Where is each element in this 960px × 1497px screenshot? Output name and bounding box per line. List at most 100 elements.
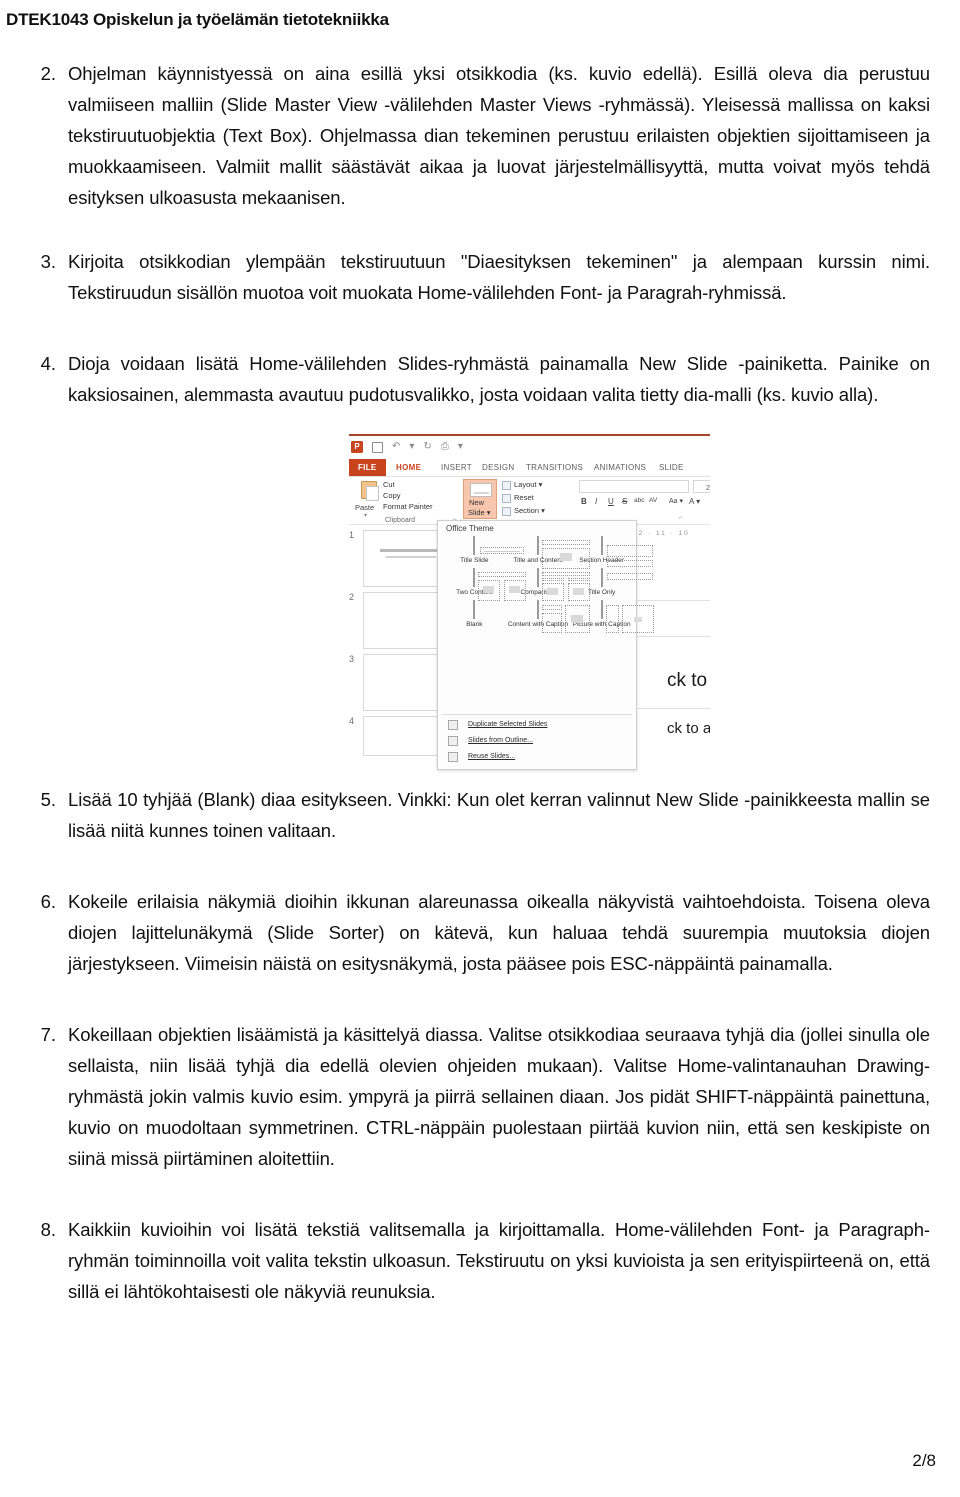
clipboard-group-label: Clipboard <box>385 517 415 524</box>
document-page: DTEK1043 Opiskelun ja työelämän tietotek… <box>0 0 960 1497</box>
powerpoint-logo-icon: P <box>351 441 363 453</box>
section-icon <box>502 507 511 516</box>
thumbnail-number: 3 <box>349 654 355 664</box>
menu-item-label: Reuse Slides... <box>468 753 516 760</box>
new-slide-layout-gallery[interactable]: Office Theme Title Slide Title and Conte… <box>437 520 654 770</box>
layout-caption: Blank <box>466 621 483 628</box>
tab-transitions[interactable]: TRANSITIONS <box>526 459 583 476</box>
menu-item-reuse-slides[interactable]: Reuse Slides... <box>444 749 632 765</box>
start-presentation-icon[interactable]: ⎙ <box>441 442 449 452</box>
paste-dropdown-icon[interactable]: ▾ <box>364 512 367 519</box>
character-spacing-icon[interactable]: AV <box>649 497 657 504</box>
bold-button[interactable]: B <box>581 497 587 506</box>
font-name-input[interactable] <box>579 480 689 493</box>
list-item-number: 8. <box>40 1219 56 1240</box>
layout-thumb <box>600 536 653 567</box>
list-item: 5. Lisää 10 tyhjää (Blank) diaa esitykse… <box>30 784 931 846</box>
new-slide-label-line1: New <box>469 498 485 507</box>
layout-option-blank[interactable]: Blank <box>444 600 505 629</box>
section-button[interactable]: Section ▾ <box>514 506 545 515</box>
layout-thumb <box>536 536 590 569</box>
undo-dropdown-icon[interactable]: ▾ <box>409 442 414 452</box>
layout-option-title-slide[interactable]: Title Slide <box>444 536 525 565</box>
slide-title-placeholder[interactable]: ck to <box>667 670 707 692</box>
reset-button[interactable]: Reset <box>514 493 534 502</box>
paste-button-label[interactable]: Paste <box>355 503 374 512</box>
list-item-number: 4. <box>40 353 56 374</box>
duplicate-slides-icon <box>448 720 458 730</box>
list-item-number: 3. <box>40 251 56 272</box>
list-item: 3. Kirjoita otsikkodian ylempään tekstir… <box>30 246 931 308</box>
tab-file[interactable]: FILE <box>349 459 386 476</box>
list-item-text: Dioja voidaan lisätä Home-välilehden Sli… <box>68 353 930 405</box>
list-item: 4. Dioja voidaan lisätä Home-välilehden … <box>30 348 931 410</box>
reuse-slides-icon <box>448 752 458 762</box>
layout-option-two-content[interactable]: Two Content <box>444 568 527 601</box>
ribbon-tabs[interactable]: FILE HOME INSERT DESIGN TRANSITIONS ANIM… <box>349 459 710 489</box>
slides-from-outline-icon <box>448 736 458 746</box>
instruction-list: 2. Ohjelman käynnistyessä on aina esillä… <box>30 58 931 1333</box>
ribbon-content: Paste ▾ Cut Copy Format Painter Clipboar… <box>349 477 710 524</box>
layout-thumb <box>536 600 590 633</box>
copy-button[interactable]: Copy <box>383 491 401 500</box>
menu-item-slides-from-outline[interactable]: Slides from Outline... <box>444 733 632 749</box>
layout-button[interactable]: Layout ▾ <box>514 480 542 489</box>
gallery-heading: Office Theme <box>446 524 494 533</box>
tab-home[interactable]: HOME <box>396 459 421 476</box>
layout-thumb <box>600 568 653 587</box>
thumbnail-number: 4 <box>349 716 355 726</box>
gallery-menu[interactable]: Duplicate Selected Slides Slides from Ou… <box>444 717 632 765</box>
slide-subtitle-placeholder[interactable]: ck to ad <box>667 720 710 737</box>
list-item-number: 6. <box>40 891 56 912</box>
thumbnail-number: 2 <box>349 592 355 602</box>
undo-icon[interactable]: ↶ <box>392 442 400 452</box>
layout-icon <box>502 481 511 490</box>
layout-caption: Title Slide <box>460 557 489 564</box>
list-item-text: Kokeile erilaisia näkymiä dioihin ikkuna… <box>68 891 930 974</box>
list-item-text: Kokeillaan objektien lisäämistä ja käsit… <box>68 1024 930 1169</box>
underline-button[interactable]: U <box>608 497 614 506</box>
menu-item-label: Slides from Outline... <box>468 737 533 744</box>
new-slide-button[interactable]: New Slide ▾ <box>463 479 497 519</box>
quick-access-toolbar[interactable]: P ↶ ▾ ↻ ⎙ ▾ <box>351 441 463 453</box>
menu-item-duplicate-selected-slides[interactable]: Duplicate Selected Slides <box>444 717 632 733</box>
font-dialog-launcher-icon[interactable]: ⌐ <box>679 515 683 521</box>
list-item-number: 5. <box>40 789 56 810</box>
font-size-input[interactable]: 24 <box>693 480 710 493</box>
list-item-number: 7. <box>40 1024 56 1045</box>
list-item: 2. Ohjelman käynnistyessä on aina esillä… <box>30 58 931 213</box>
new-slide-label-line2: Slide ▾ <box>468 508 491 517</box>
horizontal-ruler: 12 · 11 · 10 <box>633 530 690 537</box>
figure-powerpoint-new-slide: P ↶ ▾ ↻ ⎙ ▾ FILE HOME INSERT DESIGN TRAN… <box>30 432 930 784</box>
font-color-button[interactable]: A ▾ <box>689 497 700 506</box>
window-top-accent-rule <box>349 434 710 436</box>
layout-thumb <box>473 536 525 555</box>
tab-design[interactable]: DESIGN <box>482 459 514 476</box>
list-item-text: Ohjelman käynnistyessä on aina esillä yk… <box>68 63 930 208</box>
list-item-text: Kaikkiin kuvioihin voi lisätä tekstiä va… <box>68 1219 930 1302</box>
format-painter-button[interactable]: Format Painter <box>383 502 433 511</box>
list-item-text: Kirjoita otsikkodian ylempään tekstiruut… <box>68 251 930 303</box>
tab-insert[interactable]: INSERT <box>441 459 472 476</box>
thumbnail-title-line <box>380 549 442 552</box>
list-item-text: Lisää 10 tyhjää (Blank) diaa esitykseen.… <box>68 789 930 841</box>
new-slide-icon <box>470 483 492 497</box>
text-shadow-button[interactable]: S <box>622 497 627 506</box>
layout-thumb <box>600 600 654 633</box>
strikethrough-button[interactable]: abc <box>634 497 644 504</box>
list-item: 8. Kaikkiin kuvioihin voi lisätä tekstiä… <box>30 1214 931 1307</box>
layout-option-content-with-caption[interactable]: Content with Caption <box>508 600 590 633</box>
customize-toolbar-icon[interactable]: ▾ <box>458 442 463 452</box>
change-case-button[interactable]: Aa ▾ <box>669 497 683 505</box>
paste-icon[interactable] <box>361 481 379 501</box>
cut-button[interactable]: Cut <box>383 480 395 489</box>
italic-button[interactable]: I <box>595 497 597 506</box>
layout-grid: Title Slide Title and Content Section He… <box>444 536 654 633</box>
thumbnail-subtitle-line <box>386 556 436 558</box>
layout-thumb <box>473 600 476 619</box>
thumbnail-number: 1 <box>349 530 355 540</box>
redo-icon[interactable]: ↻ <box>423 442 431 452</box>
tab-animations[interactable]: ANIMATIONS <box>594 459 646 476</box>
save-icon[interactable] <box>372 441 383 453</box>
list-item-number: 2. <box>40 63 56 84</box>
